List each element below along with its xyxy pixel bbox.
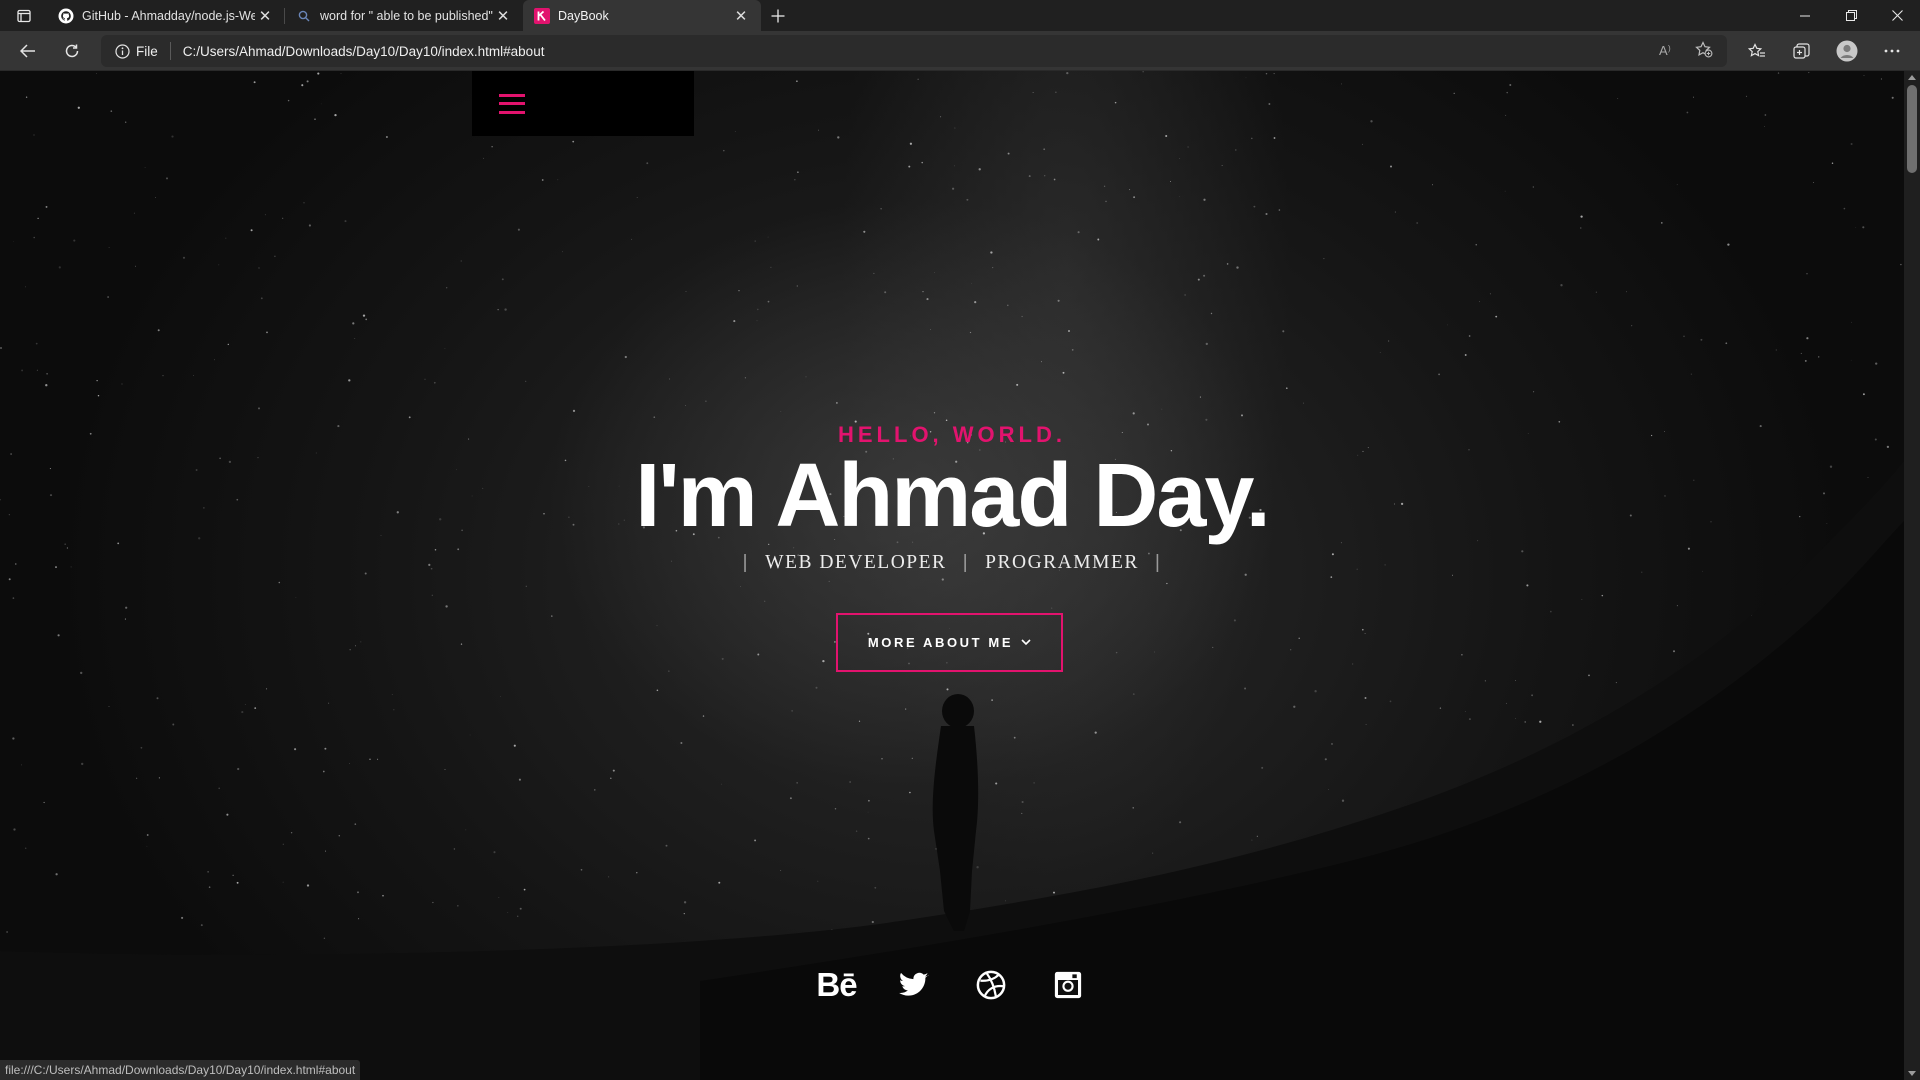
more-options-icon[interactable] — [1869, 31, 1914, 71]
role-divider: | — [1154, 551, 1162, 573]
back-icon[interactable] — [6, 31, 50, 71]
hero-roles: | WEB DEVELOPER | PROGRAMMER | — [0, 551, 1904, 574]
github-icon — [58, 8, 74, 24]
close-icon[interactable]: ✕ — [493, 6, 513, 26]
cta-label: MORE ABOUT ME — [867, 635, 1014, 650]
close-window-icon[interactable] — [1874, 0, 1920, 31]
address-bar[interactable]: File C:/Users/Ahmad/Downloads/Day10/Day1… — [101, 35, 1727, 67]
tab-daybook[interactable]: DayBook ✕ — [523, 0, 761, 31]
favorites-icon[interactable] — [1734, 31, 1779, 71]
search-icon — [296, 8, 312, 24]
chevron-down-icon — [1021, 639, 1031, 646]
refresh-icon[interactable] — [50, 31, 94, 71]
role-programmer: PROGRAMMER — [985, 551, 1139, 573]
svg-text:A: A — [1659, 43, 1668, 57]
scroll-up-icon[interactable] — [1908, 75, 1916, 80]
url-text: C:/Users/Ahmad/Downloads/Day10/Day10/ind… — [182, 43, 545, 59]
svg-text:): ) — [1668, 44, 1671, 53]
status-bar-url: file:///C:/Users/Ahmad/Downloads/Day10/D… — [0, 1060, 361, 1080]
dribbble-icon[interactable] — [952, 967, 1029, 1003]
close-icon[interactable]: ✕ — [731, 6, 751, 26]
tab-strip: GitHub - Ahmadday/node.js-We ✕ word for … — [0, 0, 1920, 31]
navigation-bar: File C:/Users/Ahmad/Downloads/Day10/Day1… — [0, 31, 1920, 71]
profile-avatar-icon[interactable] — [1824, 31, 1869, 71]
read-aloud-icon[interactable]: A) — [1659, 43, 1677, 60]
address-actions: A) — [1659, 41, 1727, 61]
tab-github[interactable]: GitHub - Ahmadday/node.js-We ✕ — [47, 0, 285, 31]
social-links: Bē — [0, 966, 1904, 1003]
role-divider: | — [962, 551, 970, 573]
security-label: File — [136, 43, 158, 59]
hero-heading: I'm Ahmad Day. — [635, 446, 1271, 546]
page-viewport: HELLO, WORLD. I'm Ahmad Day. | WEB DEVEL… — [0, 71, 1904, 1080]
scroll-thumb[interactable] — [1907, 85, 1917, 173]
close-icon[interactable]: ✕ — [255, 6, 275, 26]
info-icon — [115, 43, 130, 59]
toolbar-buttons — [1734, 31, 1920, 71]
tab-actions-icon[interactable] — [0, 0, 47, 31]
tab-title: DayBook — [558, 8, 609, 23]
k-logo-icon — [534, 7, 550, 24]
role-web-developer: WEB DEVELOPER — [765, 551, 947, 573]
browser-window: GitHub - Ahmadday/node.js-We ✕ word for … — [0, 0, 1920, 1080]
minimize-icon[interactable] — [1782, 0, 1828, 31]
new-tab-button[interactable] — [761, 0, 795, 31]
restore-icon[interactable] — [1828, 0, 1874, 31]
role-divider: | — [742, 551, 750, 573]
behance-icon[interactable]: Bē — [798, 966, 875, 1003]
window-controls — [1782, 0, 1920, 31]
hero-section: HELLO, WORLD. I'm Ahmad Day. | WEB DEVEL… — [0, 71, 1904, 1080]
tab-title: GitHub - Ahmadday/node.js-We — [82, 8, 255, 23]
page-scrollbar[interactable] — [1904, 71, 1920, 1080]
collections-icon[interactable] — [1779, 31, 1824, 71]
tab-search[interactable]: word for " able to be published" ✕ — [285, 0, 523, 31]
instagram-icon[interactable] — [1029, 967, 1106, 1003]
plus-icon — [771, 9, 785, 22]
scroll-down-icon[interactable] — [1908, 1071, 1916, 1076]
tab-title: word for " able to be published" — [320, 8, 493, 23]
twitter-icon[interactable] — [875, 967, 952, 1003]
site-info-button[interactable]: File — [115, 42, 171, 60]
add-favorite-icon[interactable] — [1695, 41, 1713, 61]
more-about-me-button[interactable]: MORE ABOUT ME — [836, 613, 1063, 672]
